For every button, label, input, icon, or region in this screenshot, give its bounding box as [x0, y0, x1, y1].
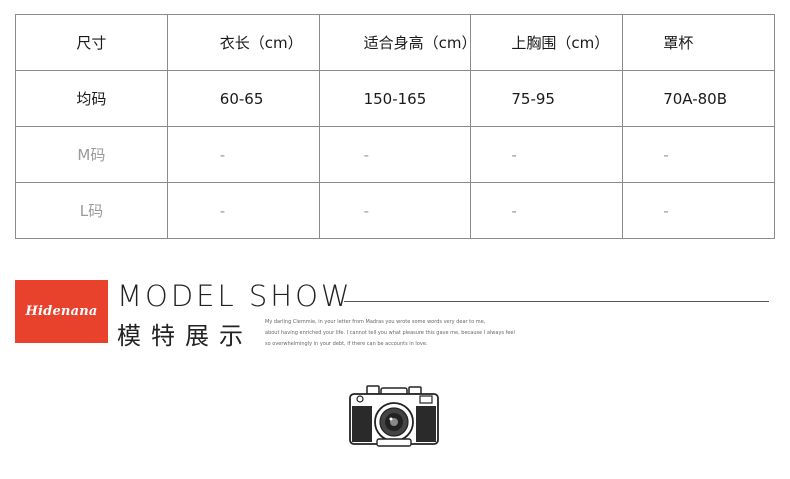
table-cell: - [318, 182, 472, 239]
camera-icon [347, 384, 441, 450]
table-cell: - [622, 182, 775, 239]
header-cell: 罩杯 [622, 14, 775, 71]
size-label-cell: M码 [15, 126, 168, 183]
table-cell: 70A-80B [622, 70, 775, 127]
paragraph-line: so overwhelmingly in your debt, if there… [265, 341, 428, 347]
size-label-cell: L码 [15, 182, 168, 239]
size-table-header-row: 尺寸 衣长（cm） 适合身高（cm） 上胸围（cm） 罩杯 [15, 14, 775, 71]
divider [344, 301, 769, 302]
table-cell: - [470, 182, 624, 239]
table-cell: 75-95 [470, 70, 624, 127]
brand-logo-text: Hidenana [25, 304, 98, 319]
table-cell: - [318, 126, 472, 183]
brand-logo: Hidenana [15, 280, 108, 343]
table-row: L码 - - - - [15, 182, 775, 239]
paragraph-line: My darling Clemmie, in your letter from … [265, 319, 486, 325]
header-cell: 上胸围（cm） [470, 14, 624, 71]
size-table: 尺寸 衣长（cm） 适合身高（cm） 上胸围（cm） 罩杯 均码 60-65 1… [15, 14, 775, 239]
table-row: M码 - - - - [15, 126, 775, 183]
model-show-title: MODEL SHOW [117, 279, 353, 313]
model-show-subtitle: 模特展示 [117, 322, 253, 350]
header-cell: 适合身高（cm） [318, 14, 476, 71]
header-cell: 尺寸 [15, 14, 168, 71]
paragraph-line: about having enriched your life. I canno… [265, 330, 515, 336]
table-cell: 60-65 [166, 70, 320, 127]
table-cell: - [166, 182, 320, 239]
header-cell: 衣长（cm） [166, 14, 320, 71]
table-cell: - [166, 126, 320, 183]
table-cell: - [622, 126, 775, 183]
table-cell: - [470, 126, 624, 183]
model-show-paragraph: My darling Clemmie, in your letter from … [265, 317, 555, 350]
table-row: 均码 60-65 150-165 75-95 70A-80B [15, 70, 775, 127]
size-label-cell: 均码 [15, 70, 168, 127]
table-cell: 150-165 [318, 70, 472, 127]
